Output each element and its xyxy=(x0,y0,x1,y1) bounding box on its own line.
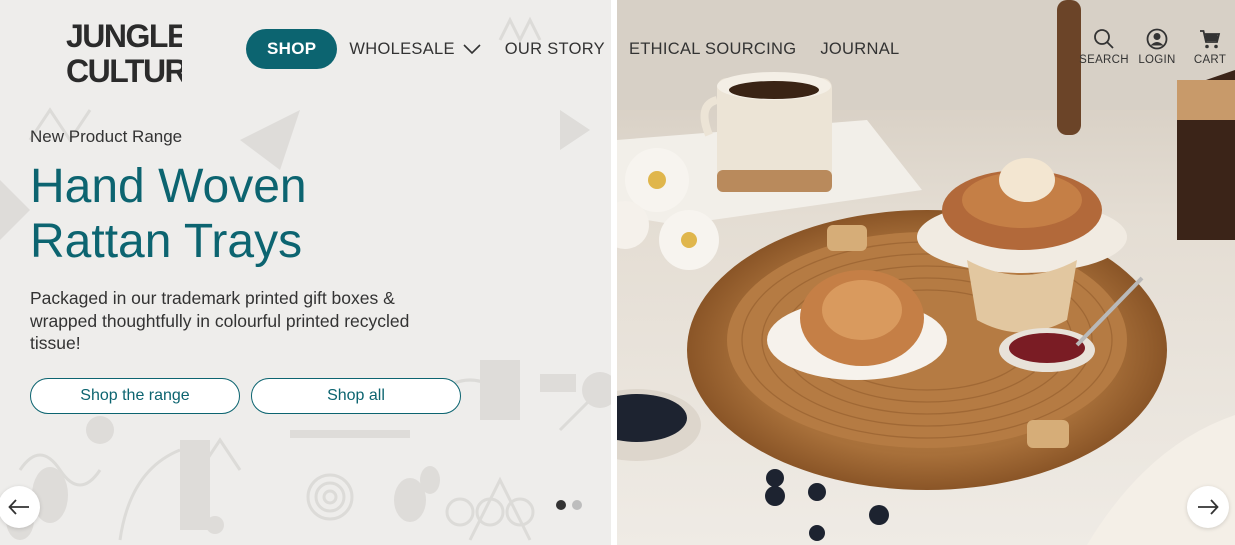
arrow-left-icon xyxy=(8,499,29,515)
nav-wholesale[interactable]: WHOLESALE xyxy=(349,39,481,59)
jungle-culture-logo[interactable]: JUNGLE CULTURE xyxy=(64,14,182,84)
chevron-down-icon xyxy=(463,44,481,55)
slide-dot-2[interactable] xyxy=(572,500,582,510)
cart-button[interactable]: CART xyxy=(1185,28,1235,66)
shop-the-range-button[interactable]: Shop the range xyxy=(30,378,240,414)
hero-description: Packaged in our trademark printed gift b… xyxy=(30,288,410,353)
hero-eyebrow: New Product Range xyxy=(30,127,183,146)
main-navigation: SHOP WHOLESALE OUR STORY ETHICAL SOURCIN… xyxy=(246,29,924,69)
next-slide-button[interactable] xyxy=(1187,486,1229,528)
nav-journal[interactable]: JOURNAL xyxy=(820,40,899,59)
logo-text-culture: CULTURE xyxy=(66,53,182,84)
nav-our-story[interactable]: OUR STORY xyxy=(505,40,605,59)
nav-shop[interactable]: SHOP xyxy=(246,29,338,69)
hero-headline: Hand Woven Rattan Trays xyxy=(30,159,470,269)
logo-text-jungle: JUNGLE xyxy=(66,18,182,54)
hero-text-panel: JUNGLE CULTURE New Product Range Hand Wo… xyxy=(0,0,611,545)
arrow-right-icon xyxy=(1198,499,1219,515)
cart-label: CART xyxy=(1193,54,1227,66)
user-icon xyxy=(1146,28,1168,50)
hero-headline-line2: Rattan Trays xyxy=(30,215,303,268)
search-label: SEARCH xyxy=(1079,54,1129,66)
cart-icon xyxy=(1200,30,1221,49)
slide-indicators xyxy=(556,500,588,510)
login-label: LOGIN xyxy=(1138,54,1176,66)
shop-all-button[interactable]: Shop all xyxy=(251,378,461,414)
nav-ethical-sourcing[interactable]: ETHICAL SOURCING xyxy=(629,40,796,59)
login-button[interactable]: LOGIN xyxy=(1132,28,1182,66)
search-icon xyxy=(1094,29,1114,49)
previous-slide-button[interactable] xyxy=(0,486,40,528)
hero-headline-line1: Hand Woven xyxy=(30,160,307,213)
header-actions: SEARCH LOGIN CART xyxy=(1076,28,1235,66)
hero-slider: JUNGLE CULTURE New Product Range Hand Wo… xyxy=(0,0,1235,545)
slide-dot-1[interactable] xyxy=(556,500,566,510)
search-button[interactable]: SEARCH xyxy=(1079,28,1129,66)
nav-wholesale-label: WHOLESALE xyxy=(349,39,455,58)
rattan-tray-photo xyxy=(617,0,1235,545)
hero-product-image xyxy=(617,0,1235,545)
